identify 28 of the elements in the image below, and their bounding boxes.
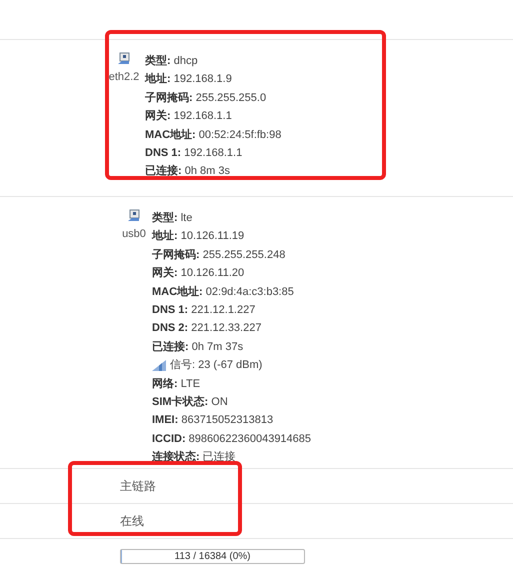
detail-line: 已连接: 0h 7m 37s xyxy=(152,340,244,355)
detail-line: 子网掩码: 255.255.255.0 xyxy=(145,90,268,106)
detail-line: MAC地址: 00:52:24:5f:fb:98 xyxy=(145,128,282,143)
network-icon xyxy=(127,209,141,223)
detail-line: 网络: LTE xyxy=(152,376,202,392)
detail-line: DNS 1: 221.12.1.227 xyxy=(152,303,256,318)
interface-name: usb0 xyxy=(122,228,146,240)
detail-line: DNS 2: 221.12.33.227 xyxy=(152,321,262,336)
detail-line: SIM卡状态: ON xyxy=(152,394,229,410)
interface-name: eth2.2 xyxy=(108,71,140,83)
network-icon xyxy=(117,52,131,66)
detail-line: 类型: dhcp xyxy=(145,54,199,69)
detail-line: 网关: 192.168.1.1 xyxy=(145,108,233,124)
detail-line: 子网掩码: 255.255.255.248 xyxy=(152,248,286,263)
detail-line: 地址: 10.126.11.19 xyxy=(152,228,246,244)
status-text: 主链路 xyxy=(120,478,156,494)
status-text: 在线 xyxy=(120,512,144,530)
progress-bar: 113 / 16384 (0%) xyxy=(120,549,305,564)
signal-icon xyxy=(152,360,166,371)
detail-line: DNS 1: 192.168.1.1 xyxy=(145,146,244,162)
detail-line: 已连接: 0h 8m 3s xyxy=(145,164,231,180)
detail-line: 类型: lte xyxy=(152,210,194,226)
detail-line: 网关: 10.126.11.20 xyxy=(152,266,246,282)
detail-line: ICCID: 89860622360043914685 xyxy=(152,432,312,447)
detail-line: IMEI: 863715052313813 xyxy=(152,413,274,428)
detail-line: 地址: 192.168.1.9 xyxy=(145,72,233,88)
signal-text: 信号: 23 (-67 dBm) xyxy=(170,358,262,374)
detail-line: MAC地址: 02:9d:4a:c3:b3:85 xyxy=(152,284,295,300)
